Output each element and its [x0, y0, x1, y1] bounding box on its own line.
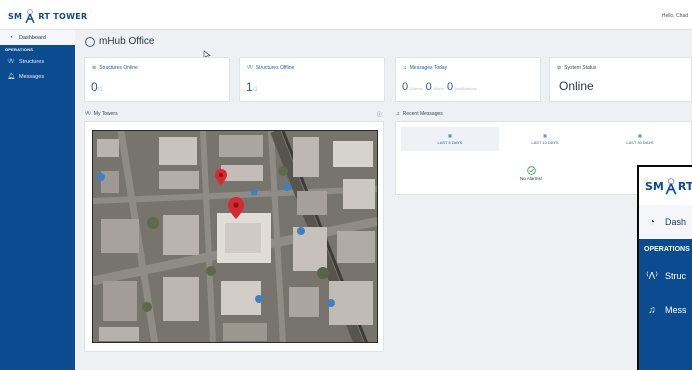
antenna-icon: ⁽Ʌ⁾	[7, 59, 15, 65]
tower-logo-icon	[25, 9, 35, 23]
alarms-label: Alarms	[410, 86, 423, 91]
antenna-icon: ⁽Ʌ⁾	[85, 111, 91, 117]
structures-online-card[interactable]: ⊚ Structures Online 0/1	[84, 57, 230, 102]
sidebar-item-label: Dashboard	[19, 34, 46, 41]
popout-logo[interactable]: SM RT	[639, 167, 692, 205]
sidebar: ◔ Dashboard OPERATIONS ⁽Ʌ⁾ Structures 🔔︎…	[0, 30, 75, 370]
top-bar: SM RT TOWER Hello, Chad	[0, 0, 692, 30]
logo-text-left: SM	[8, 11, 23, 21]
structures-offline-label: ⁽Ʌ⁾ Structures Offline	[247, 65, 295, 71]
system-status-label: ⊘ System Status	[557, 65, 597, 71]
gauge-icon: ◔	[648, 216, 656, 228]
user-greeting[interactable]: Hello, Chad	[662, 13, 688, 19]
zoomed-sidebar-overlay: SM RT ◔ Dash OPERATIONS ⁽Ʌ⁾ Struc ♫ Mess	[637, 165, 692, 370]
sidebar-item-label: Messages	[19, 73, 45, 80]
my-towers-heading: ⁽Ʌ⁾ My Towers	[85, 111, 118, 117]
page-title: mHub Office	[85, 36, 154, 47]
period-last-5-days[interactable]: ▦ LAST 5 DAYS	[401, 127, 499, 151]
messages-today-counts: 0 Alarms 0 Alerts 0 Notifications	[402, 81, 478, 93]
messages-today-label: ♫ Messages Today	[403, 65, 448, 71]
sidebar-item-structures[interactable]: ⁽Ʌ⁾ Structures	[0, 54, 75, 69]
notifications-label: Notifications	[455, 86, 477, 91]
period-last-10-days[interactable]: ▦ LAST 10 DAYS	[496, 127, 594, 151]
check-circle-icon: ⊘	[557, 65, 562, 71]
notifications-count: 0	[446, 81, 454, 93]
popout-section-operations: OPERATIONS	[644, 245, 690, 253]
calendar-icon: ▦	[543, 133, 547, 138]
bell-icon: ♫	[648, 304, 656, 316]
antenna-icon: ⁽Ʌ⁾	[646, 270, 658, 282]
sidebar-item-dashboard[interactable]: ◔ Dashboard	[0, 30, 75, 45]
check-circle-icon	[526, 166, 536, 175]
office-icon	[85, 36, 95, 47]
calendar-icon: ▦	[638, 133, 642, 138]
radar-icon: ⊚	[92, 65, 97, 71]
alerts-label: Alerts	[433, 86, 444, 91]
period-last-30-days[interactable]: ▦ LAST 30 DAYS	[591, 127, 689, 151]
bell-icon: 🔔︎	[7, 74, 15, 80]
no-alarms-message: No Alarms!	[501, 166, 561, 181]
info-icon[interactable]: ⓘ	[377, 111, 382, 118]
bell-icon: ♫	[396, 111, 400, 117]
satellite-map[interactable]	[92, 130, 378, 343]
logo-text-right: RT TOWER	[38, 11, 88, 21]
sidebar-section-operations: OPERATIONS	[5, 47, 34, 52]
structures-online-label: ⊚ Structures Online	[92, 65, 138, 71]
system-status-card[interactable]: ⊘ System Status Online	[549, 57, 692, 102]
popout-item-structures[interactable]: ⁽Ʌ⁾ Struc	[639, 259, 692, 293]
popout-item-messages[interactable]: ♫ Mess	[639, 293, 692, 327]
alarms-count: 0	[402, 81, 409, 93]
structures-offline-card[interactable]: ⁽Ʌ⁾ Structures Offline 1/1	[239, 57, 385, 102]
calendar-icon: ▦	[448, 133, 452, 138]
structures-offline-value: 1/1	[246, 80, 258, 94]
antenna-off-icon: ⁽Ʌ⁾	[247, 65, 253, 71]
recent-messages-heading: ♫ Recent Messages	[396, 111, 443, 117]
app-logo[interactable]: SM RT TOWER	[8, 6, 87, 26]
popout-item-dashboard[interactable]: ◔ Dash	[639, 205, 692, 239]
bell-icon: ♫	[403, 65, 407, 71]
sidebar-item-label: Structures	[19, 58, 45, 65]
page-title-text: mHub Office	[99, 36, 155, 47]
structures-online-value: 0/1	[91, 80, 103, 94]
sidebar-item-messages[interactable]: 🔔︎ Messages	[0, 69, 75, 84]
alerts-count: 0	[425, 81, 432, 93]
towers-map-card	[84, 121, 384, 352]
tower-logo-icon	[665, 177, 677, 195]
system-status-value: Online	[559, 79, 594, 93]
satellite-map-image	[93, 131, 377, 342]
gauge-icon: ◔	[9, 34, 13, 41]
messages-today-card[interactable]: ♫ Messages Today 0 Alarms 0 Alerts 0 Not…	[395, 57, 541, 102]
